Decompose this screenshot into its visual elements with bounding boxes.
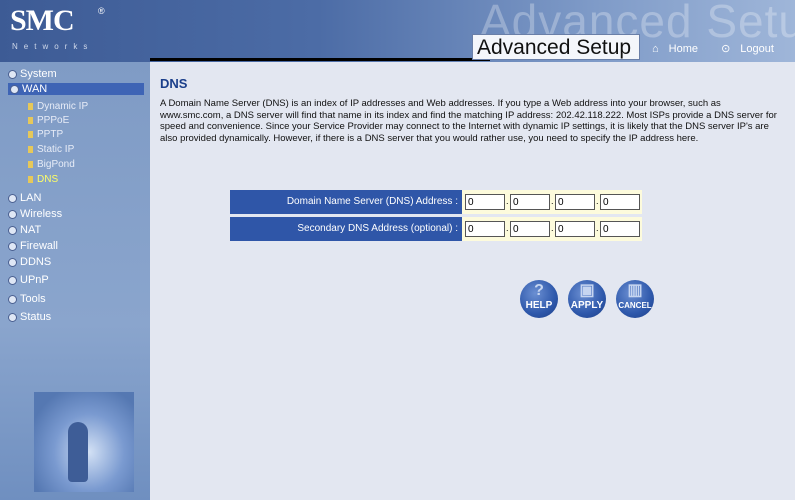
- arrow-icon: [28, 116, 33, 124]
- sidebar-item-nat[interactable]: NAT: [8, 224, 41, 236]
- sidebar-item-tools[interactable]: Tools: [8, 293, 46, 305]
- bullet-icon: [8, 209, 17, 219]
- logout-icon: ⊙: [721, 43, 731, 55]
- secondary-dns-row: Secondary DNS Address (optional) : . . .: [230, 217, 642, 241]
- bullet-icon: [10, 84, 19, 94]
- sidebar-subitem-dns[interactable]: DNS: [28, 174, 58, 185]
- question-icon: ?: [534, 282, 544, 299]
- sidebar-subitem-pptp[interactable]: PPTP: [28, 129, 63, 140]
- sidebar-item-lan[interactable]: LAN: [8, 192, 41, 204]
- octet-separator: .: [506, 223, 509, 233]
- dns-settings-form: Domain Name Server (DNS) Address : . . .…: [230, 190, 642, 244]
- primary-dns-octet-3[interactable]: [555, 194, 595, 210]
- sidebar-item-label: LAN: [20, 192, 42, 204]
- logo-registered-mark: ®: [98, 6, 105, 16]
- sidebar-item-label: Tools: [20, 293, 46, 305]
- sidebar-subitem-label: BigPond: [37, 159, 75, 170]
- primary-dns-octet-1[interactable]: [465, 194, 505, 210]
- primary-dns-row: Domain Name Server (DNS) Address : . . .: [230, 190, 642, 214]
- sidebar-item-label: Wireless: [20, 208, 63, 220]
- header-divider: [150, 58, 490, 61]
- arrow-icon: [28, 102, 33, 110]
- bullet-icon: [8, 275, 17, 285]
- header-bar: SMC ® Networks Advanced Setup Advanced S…: [0, 0, 795, 62]
- secondary-dns-inputs: . . .: [462, 217, 642, 241]
- logo-subtitle: Networks: [12, 42, 94, 51]
- sidebar-subitem-static-ip[interactable]: Static IP: [28, 144, 74, 155]
- primary-dns-inputs: . . .: [462, 190, 642, 214]
- primary-dns-label: Domain Name Server (DNS) Address :: [230, 190, 462, 214]
- sidebar-subitem-label: PPPoE: [37, 115, 70, 126]
- home-icon: ⌂: [652, 43, 659, 55]
- sidebar-item-label: WAN: [22, 83, 48, 95]
- cancel-button[interactable]: ▥ CANCEL: [616, 280, 654, 318]
- dns-description: A Domain Name Server (DNS) is an index o…: [160, 98, 777, 144]
- sidebar-item-firewall[interactable]: Firewall: [8, 240, 58, 252]
- sidebar-subitem-bigpond[interactable]: BigPond: [28, 159, 75, 170]
- page-heading: Advanced Setup: [472, 34, 640, 60]
- sidebar-subitem-label: DNS: [37, 174, 59, 185]
- secondary-dns-octet-3[interactable]: [555, 221, 595, 237]
- arrow-icon: [28, 160, 33, 168]
- sidebar-subitem-label: Static IP: [37, 144, 75, 155]
- secondary-dns-octet-1[interactable]: [465, 221, 505, 237]
- logout-link-label: Logout: [740, 43, 774, 55]
- sidebar-item-label: Status: [20, 311, 52, 323]
- sidebar-subitem-pppoe[interactable]: PPPoE: [28, 115, 69, 126]
- trash-icon: ▥: [627, 282, 643, 299]
- primary-dns-octet-4[interactable]: [600, 194, 640, 210]
- help-button-label: HELP: [525, 300, 553, 311]
- arrow-icon: [28, 175, 33, 183]
- sidebar-item-system[interactable]: System: [8, 68, 57, 80]
- sidebar-item-label: DDNS: [20, 256, 52, 268]
- sidebar-subitem-dynamic-ip[interactable]: Dynamic IP: [28, 101, 88, 112]
- help-button[interactable]: ? HELP: [520, 280, 558, 318]
- sidebar-item-label: NAT: [20, 224, 42, 236]
- primary-dns-octet-2[interactable]: [510, 194, 550, 210]
- octet-separator: .: [596, 223, 599, 233]
- cancel-button-label: CANCEL: [618, 301, 652, 310]
- sidebar-item-label: Firewall: [20, 240, 58, 252]
- logout-link[interactable]: ⊙ Logout: [721, 43, 784, 55]
- home-link[interactable]: ⌂ Home: [652, 43, 708, 55]
- bullet-icon: [8, 312, 17, 322]
- bullet-icon: [8, 241, 17, 251]
- home-link-label: Home: [668, 43, 698, 55]
- bullet-icon: [8, 294, 17, 304]
- sidebar-item-ddns[interactable]: DDNS: [8, 256, 51, 268]
- header-links: ⌂ Home ⊙ Logout: [652, 42, 794, 55]
- disk-icon: ▣: [579, 282, 595, 299]
- sidebar-subitem-label: PPTP: [37, 129, 64, 140]
- sidebar-item-label: System: [20, 68, 57, 80]
- sidebar-item-upnp[interactable]: UPnP: [8, 274, 49, 286]
- page-title: DNS: [160, 76, 188, 91]
- octet-separator: .: [551, 223, 554, 233]
- bullet-icon: [8, 225, 17, 235]
- arrow-icon: [28, 145, 33, 153]
- octet-separator: .: [596, 196, 599, 206]
- secondary-dns-label: Secondary DNS Address (optional) :: [230, 217, 462, 241]
- sidebar-item-label: UPnP: [20, 274, 49, 286]
- bullet-icon: [8, 193, 17, 203]
- person-silhouette: [68, 422, 88, 482]
- sidebar-item-status[interactable]: Status: [8, 311, 51, 323]
- apply-button[interactable]: ▣ APPLY: [568, 280, 606, 318]
- action-buttons: ? HELP ▣ APPLY ▥ CANCEL: [520, 280, 660, 320]
- bullet-icon: [8, 257, 17, 267]
- secondary-dns-octet-4[interactable]: [600, 221, 640, 237]
- apply-button-label: APPLY: [570, 300, 604, 311]
- secondary-dns-octet-2[interactable]: [510, 221, 550, 237]
- bullet-icon: [8, 69, 17, 79]
- sidebar-item-wan[interactable]: WAN: [8, 83, 144, 95]
- octet-separator: .: [506, 196, 509, 206]
- sidebar-subitem-label: Dynamic IP: [37, 101, 89, 112]
- arrow-icon: [28, 130, 33, 138]
- smc-logo: SMC ® Networks: [10, 4, 105, 54]
- sidebar-item-wireless[interactable]: Wireless: [8, 208, 62, 220]
- sidebar-nav: System WAN Dynamic IP PPPoE PPTP Static …: [0, 62, 150, 500]
- octet-separator: .: [551, 196, 554, 206]
- logo-text: SMC: [10, 4, 75, 37]
- main-content: DNS A Domain Name Server (DNS) is an ind…: [150, 62, 795, 500]
